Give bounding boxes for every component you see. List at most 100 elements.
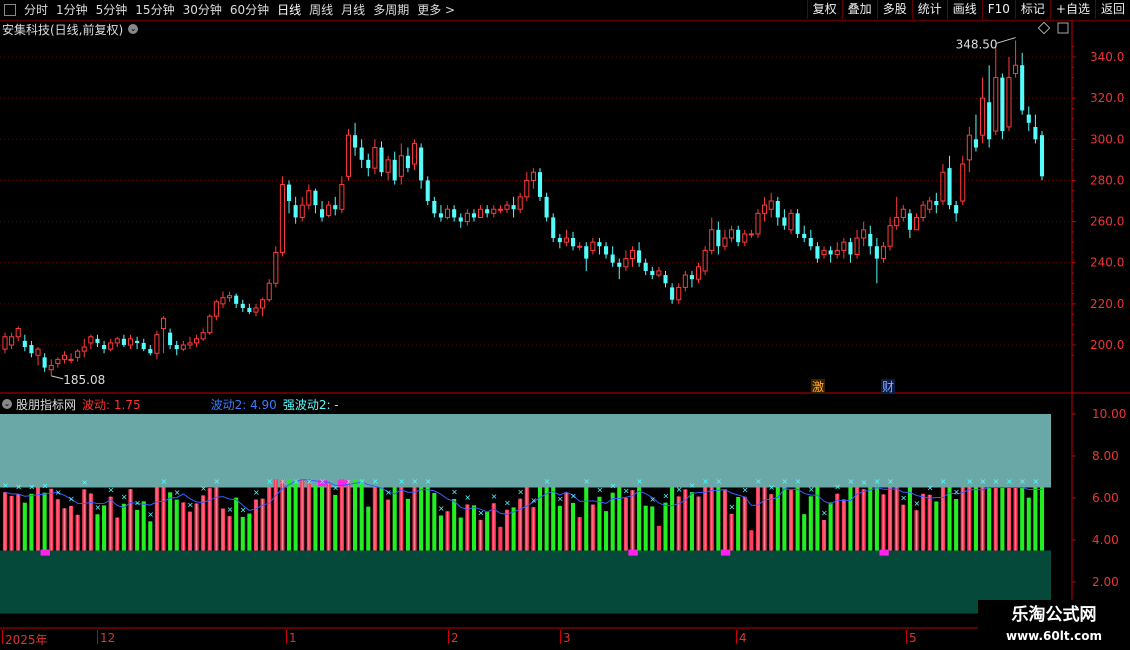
candle-body-up <box>656 270 662 276</box>
candle-body-down <box>815 246 820 259</box>
indicator-cross-icon: × <box>940 477 947 486</box>
candle-body-up <box>1013 64 1019 74</box>
candle-body-down <box>432 201 437 214</box>
indicator-bar <box>656 525 661 551</box>
candle-body-down <box>438 213 443 218</box>
candle-body-up <box>15 328 21 338</box>
watermark-logo: 乐淘公式网 www.60lt.com <box>978 600 1130 650</box>
indicator-cross-icon: × <box>68 495 75 504</box>
indicator-bar <box>650 506 655 551</box>
indicator-bar <box>286 479 292 551</box>
candle-body-up <box>590 241 596 251</box>
candle-body-up <box>563 237 569 243</box>
indicator-cross-icon: × <box>253 488 260 497</box>
date-label-1: 12 <box>100 631 116 645</box>
indicator-bar <box>954 499 959 551</box>
candle-body-up <box>213 301 219 317</box>
candle-body-up <box>253 307 259 313</box>
candle-body-down <box>1039 135 1045 177</box>
indicator-cross-icon: × <box>2 481 9 490</box>
indicator-bar <box>293 481 298 551</box>
price-tick-label: 320.0 <box>1090 91 1124 105</box>
indicator-cross-icon: × <box>821 509 828 518</box>
candle-body-up <box>841 241 847 251</box>
candle-body-up <box>372 147 378 169</box>
candle-body-up <box>273 251 279 284</box>
candle-body-down <box>637 250 642 263</box>
candle-body-up <box>55 358 61 365</box>
price-tick-label: 220.0 <box>1090 297 1124 311</box>
candle-body-down <box>471 213 477 218</box>
indicator-cross-icon: × <box>834 482 841 491</box>
indicator-cross-icon: × <box>94 503 101 512</box>
indicator-bar <box>1000 487 1005 551</box>
indicator-highlight-mark <box>720 549 731 556</box>
candle-body-down <box>1033 126 1038 140</box>
price-tick-label: 260.0 <box>1090 215 1124 229</box>
indicator-bar <box>670 487 675 551</box>
candle-body-up <box>491 208 497 214</box>
indicator-bar <box>716 487 721 551</box>
candle-body-down <box>247 307 252 313</box>
candle-body-down <box>319 209 325 218</box>
indicator-cross-icon: × <box>649 495 656 504</box>
candle-body-up <box>913 216 920 231</box>
candle-body-down <box>663 275 668 284</box>
candle-body-up <box>966 134 972 161</box>
candle-body-down <box>419 147 424 181</box>
indicator-cross-icon: × <box>121 492 128 501</box>
indicator-tick-label: 8.00 <box>1092 449 1119 463</box>
kline-chart[interactable]: 340.0 320.0 300.0 280.0 260.0 240.0 220.0 200.0… <box>0 0 1130 650</box>
date-tick <box>448 630 449 644</box>
candle-body-up <box>299 204 305 218</box>
candle-body-up <box>524 179 530 198</box>
chevron-down-icon[interactable]: ⌄ <box>2 399 12 409</box>
candle-body-up <box>980 97 986 136</box>
indicator-bar <box>947 487 952 551</box>
candle-body-up <box>385 159 391 173</box>
candle-body-up <box>81 346 87 352</box>
indicator-cross-icon: × <box>15 483 22 492</box>
candle-body-down <box>828 250 833 255</box>
candle-body-down <box>240 303 245 308</box>
candle-body-up <box>755 212 761 235</box>
date-label-4: 3 <box>563 631 571 645</box>
high-price-label: 348.50 <box>956 38 998 52</box>
indicator-cross-icon: × <box>55 488 62 497</box>
candle-body-up <box>682 274 688 288</box>
candle-body-up <box>854 237 860 255</box>
date-label-6: 5 <box>909 631 917 645</box>
indicator-cross-icon: × <box>398 477 405 486</box>
indicator-bar <box>663 502 668 551</box>
candle-body-up <box>154 334 160 354</box>
indicator-cross-icon: × <box>557 494 564 503</box>
price-tick-label: 340.0 <box>1090 50 1124 64</box>
candle-body-up <box>68 358 74 361</box>
indicator-cross-icon: × <box>385 488 392 497</box>
candle-body-down <box>907 213 912 230</box>
indicator-cross-icon: × <box>134 499 141 508</box>
candle-body-up <box>894 216 900 227</box>
indicator-highlight-mark <box>879 549 889 556</box>
high-label-pointer <box>995 37 1016 45</box>
indicator-cross-icon: × <box>914 499 921 508</box>
indicator-cross-icon: × <box>81 478 88 487</box>
watermark-line2: www.60lt.com <box>1005 629 1103 643</box>
indicator-field-strong-wave2: 强波动2: - <box>282 397 339 412</box>
candle-body-up <box>900 208 906 218</box>
indicator-cross-icon: × <box>108 485 115 494</box>
candle-body-up <box>577 245 583 248</box>
candle-body-down <box>848 242 853 255</box>
candle-body-up <box>2 336 8 350</box>
indicator-cross-icon: × <box>596 485 603 494</box>
indicator-bar <box>736 496 741 551</box>
indicator-bar <box>689 492 694 551</box>
indicator-bar <box>973 487 978 551</box>
candle-body-up <box>530 171 536 181</box>
candle-body-up <box>35 348 41 356</box>
candle-body-down <box>458 217 463 222</box>
candle-body-up <box>220 297 226 305</box>
indicator-cross-icon: × <box>293 477 300 486</box>
indicator-bar <box>432 493 437 551</box>
candle-body-down <box>537 172 543 197</box>
